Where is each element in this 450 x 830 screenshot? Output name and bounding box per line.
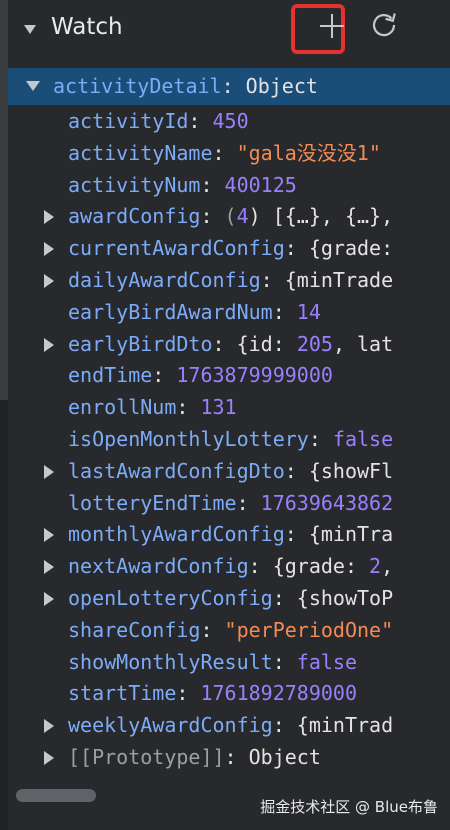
property-value: {grade: 2, <box>272 554 394 579</box>
property-key: dailyAwardConfig <box>68 268 261 292</box>
tree-row[interactable]: openLotteryConfig: {showToP <box>8 582 450 614</box>
tree-row[interactable]: earlyBirdDto: {id: 205, lat <box>8 328 450 360</box>
property-key: activityId <box>68 109 189 133</box>
watch-title: Watch <box>51 14 123 40</box>
property-value: {showFl <box>308 458 394 483</box>
expand-toggle-icon[interactable] <box>44 210 54 225</box>
property-value: 14 <box>296 299 321 324</box>
tree-row[interactable]: activityName: "gala没没没1" <box>8 137 450 169</box>
property-key: weeklyAwardConfig <box>68 713 273 738</box>
property-value: {minTra <box>308 522 394 547</box>
root-value: Object <box>245 74 318 98</box>
tree-row[interactable]: activityId: 450 <box>8 105 450 137</box>
property-key: nextAwardConfig <box>68 554 249 579</box>
property-key: enrollNum <box>68 395 177 420</box>
tree-row[interactable]: earlyBirdAwardNum: 14 <box>8 296 450 328</box>
left-panel-edge-lower <box>0 400 8 830</box>
property-key: endTime <box>68 363 153 388</box>
property-value: 450 <box>212 109 249 133</box>
property-value: {showToP <box>296 586 394 610</box>
property-value: false <box>332 427 394 451</box>
tree-row[interactable]: startTime: 1761892789000 <box>8 677 450 709</box>
watch-panel: Watch activityDetail: Object activityId:… <box>8 0 450 830</box>
tree-row[interactable]: [[Prototype]]: Object <box>8 741 450 773</box>
property-value: {grade: <box>308 236 394 261</box>
property-key: monthlyAwardConfig <box>68 522 285 547</box>
property-value: Object <box>248 745 321 769</box>
property-value: {minTrad <box>296 713 394 738</box>
property-value: (4) [{…}, {…}, <box>224 204 394 229</box>
tree-row[interactable]: dailyAwardConfig: {minTrade <box>8 264 450 296</box>
property-key: lastAwardConfigDto <box>68 458 285 483</box>
tree-row[interactable]: showMonthlyResult: false <box>8 646 450 678</box>
expand-toggle-icon[interactable] <box>44 274 54 288</box>
expand-toggle-icon[interactable] <box>26 81 40 91</box>
watermark: 掘金技术社区 @ Blue布鲁 <box>260 798 438 816</box>
property-key: shareConfig <box>68 617 201 642</box>
property-value: 17639643862 <box>260 490 394 515</box>
tree-row[interactable]: isOpenMonthlyLottery: false <box>8 423 450 455</box>
root-key: activityDetail <box>53 74 222 98</box>
property-value: 131 <box>200 395 237 420</box>
tree-row[interactable]: enrollNum: 131 <box>8 391 450 423</box>
property-value: "perPeriodOne" <box>224 617 394 642</box>
tree-row[interactable]: lotteryEndTime: 17639643862 <box>8 487 450 519</box>
property-value: "gala没没没1" <box>236 140 381 165</box>
expand-toggle-icon[interactable] <box>44 560 54 575</box>
property-key: showMonthlyResult <box>68 649 273 674</box>
property-key: lotteryEndTime <box>68 490 237 515</box>
property-key: awardConfig <box>68 204 201 229</box>
tree-row[interactable]: monthlyAwardConfig: {minTra <box>8 518 450 550</box>
tree-root-row[interactable]: activityDetail: Object <box>8 68 450 105</box>
tree-row[interactable]: nextAwardConfig: {grade: 2, <box>8 550 450 582</box>
property-value: false <box>296 649 358 674</box>
expand-toggle-icon[interactable] <box>44 337 54 352</box>
property-value: {id: 205, lat <box>236 331 394 356</box>
property-value: 1763879999000 <box>176 363 333 388</box>
watch-header: Watch <box>8 0 450 60</box>
property-key: isOpenMonthlyLottery <box>68 427 309 451</box>
tree-row[interactable]: awardConfig: (4) [{…}, {…}, <box>8 200 450 232</box>
property-key: earlyBirdAwardNum <box>68 299 273 324</box>
property-key: [[Prototype]] <box>68 745 225 769</box>
expand-toggle-icon[interactable] <box>44 751 54 765</box>
property-key: activityNum <box>68 172 201 197</box>
refresh-icon[interactable] <box>370 10 398 38</box>
property-key: activityName <box>68 140 213 165</box>
property-value: 1761892789000 <box>200 681 358 706</box>
tree-row[interactable]: weeklyAwardConfig: {minTrad <box>8 709 450 741</box>
expand-toggle-icon[interactable] <box>44 464 54 479</box>
property-key: openLotteryConfig <box>68 586 273 610</box>
property-key: currentAwardConfig <box>68 236 285 261</box>
tree-row[interactable]: activityNum: 400125 <box>8 169 450 201</box>
expand-toggle-icon[interactable] <box>44 592 54 606</box>
expand-toggle-icon[interactable] <box>44 242 54 257</box>
property-value: 400125 <box>224 172 297 197</box>
plus-icon[interactable] <box>320 14 344 38</box>
tree-row[interactable]: lastAwardConfigDto: {showFl <box>8 455 450 487</box>
tree-row[interactable]: endTime: 1763879999000 <box>8 359 450 391</box>
expand-toggle-icon[interactable] <box>44 528 54 543</box>
expand-toggle-icon[interactable] <box>44 719 54 734</box>
scrollbar-thumb[interactable] <box>16 789 96 802</box>
tree-row[interactable]: currentAwardConfig: {grade: <box>8 232 450 264</box>
tree-row[interactable]: shareConfig: "perPeriodOne" <box>8 614 450 646</box>
property-value: {minTrade <box>284 268 394 292</box>
property-key: earlyBirdDto <box>68 331 213 356</box>
property-key: startTime <box>68 681 177 706</box>
collapse-caret-icon[interactable] <box>24 25 36 34</box>
